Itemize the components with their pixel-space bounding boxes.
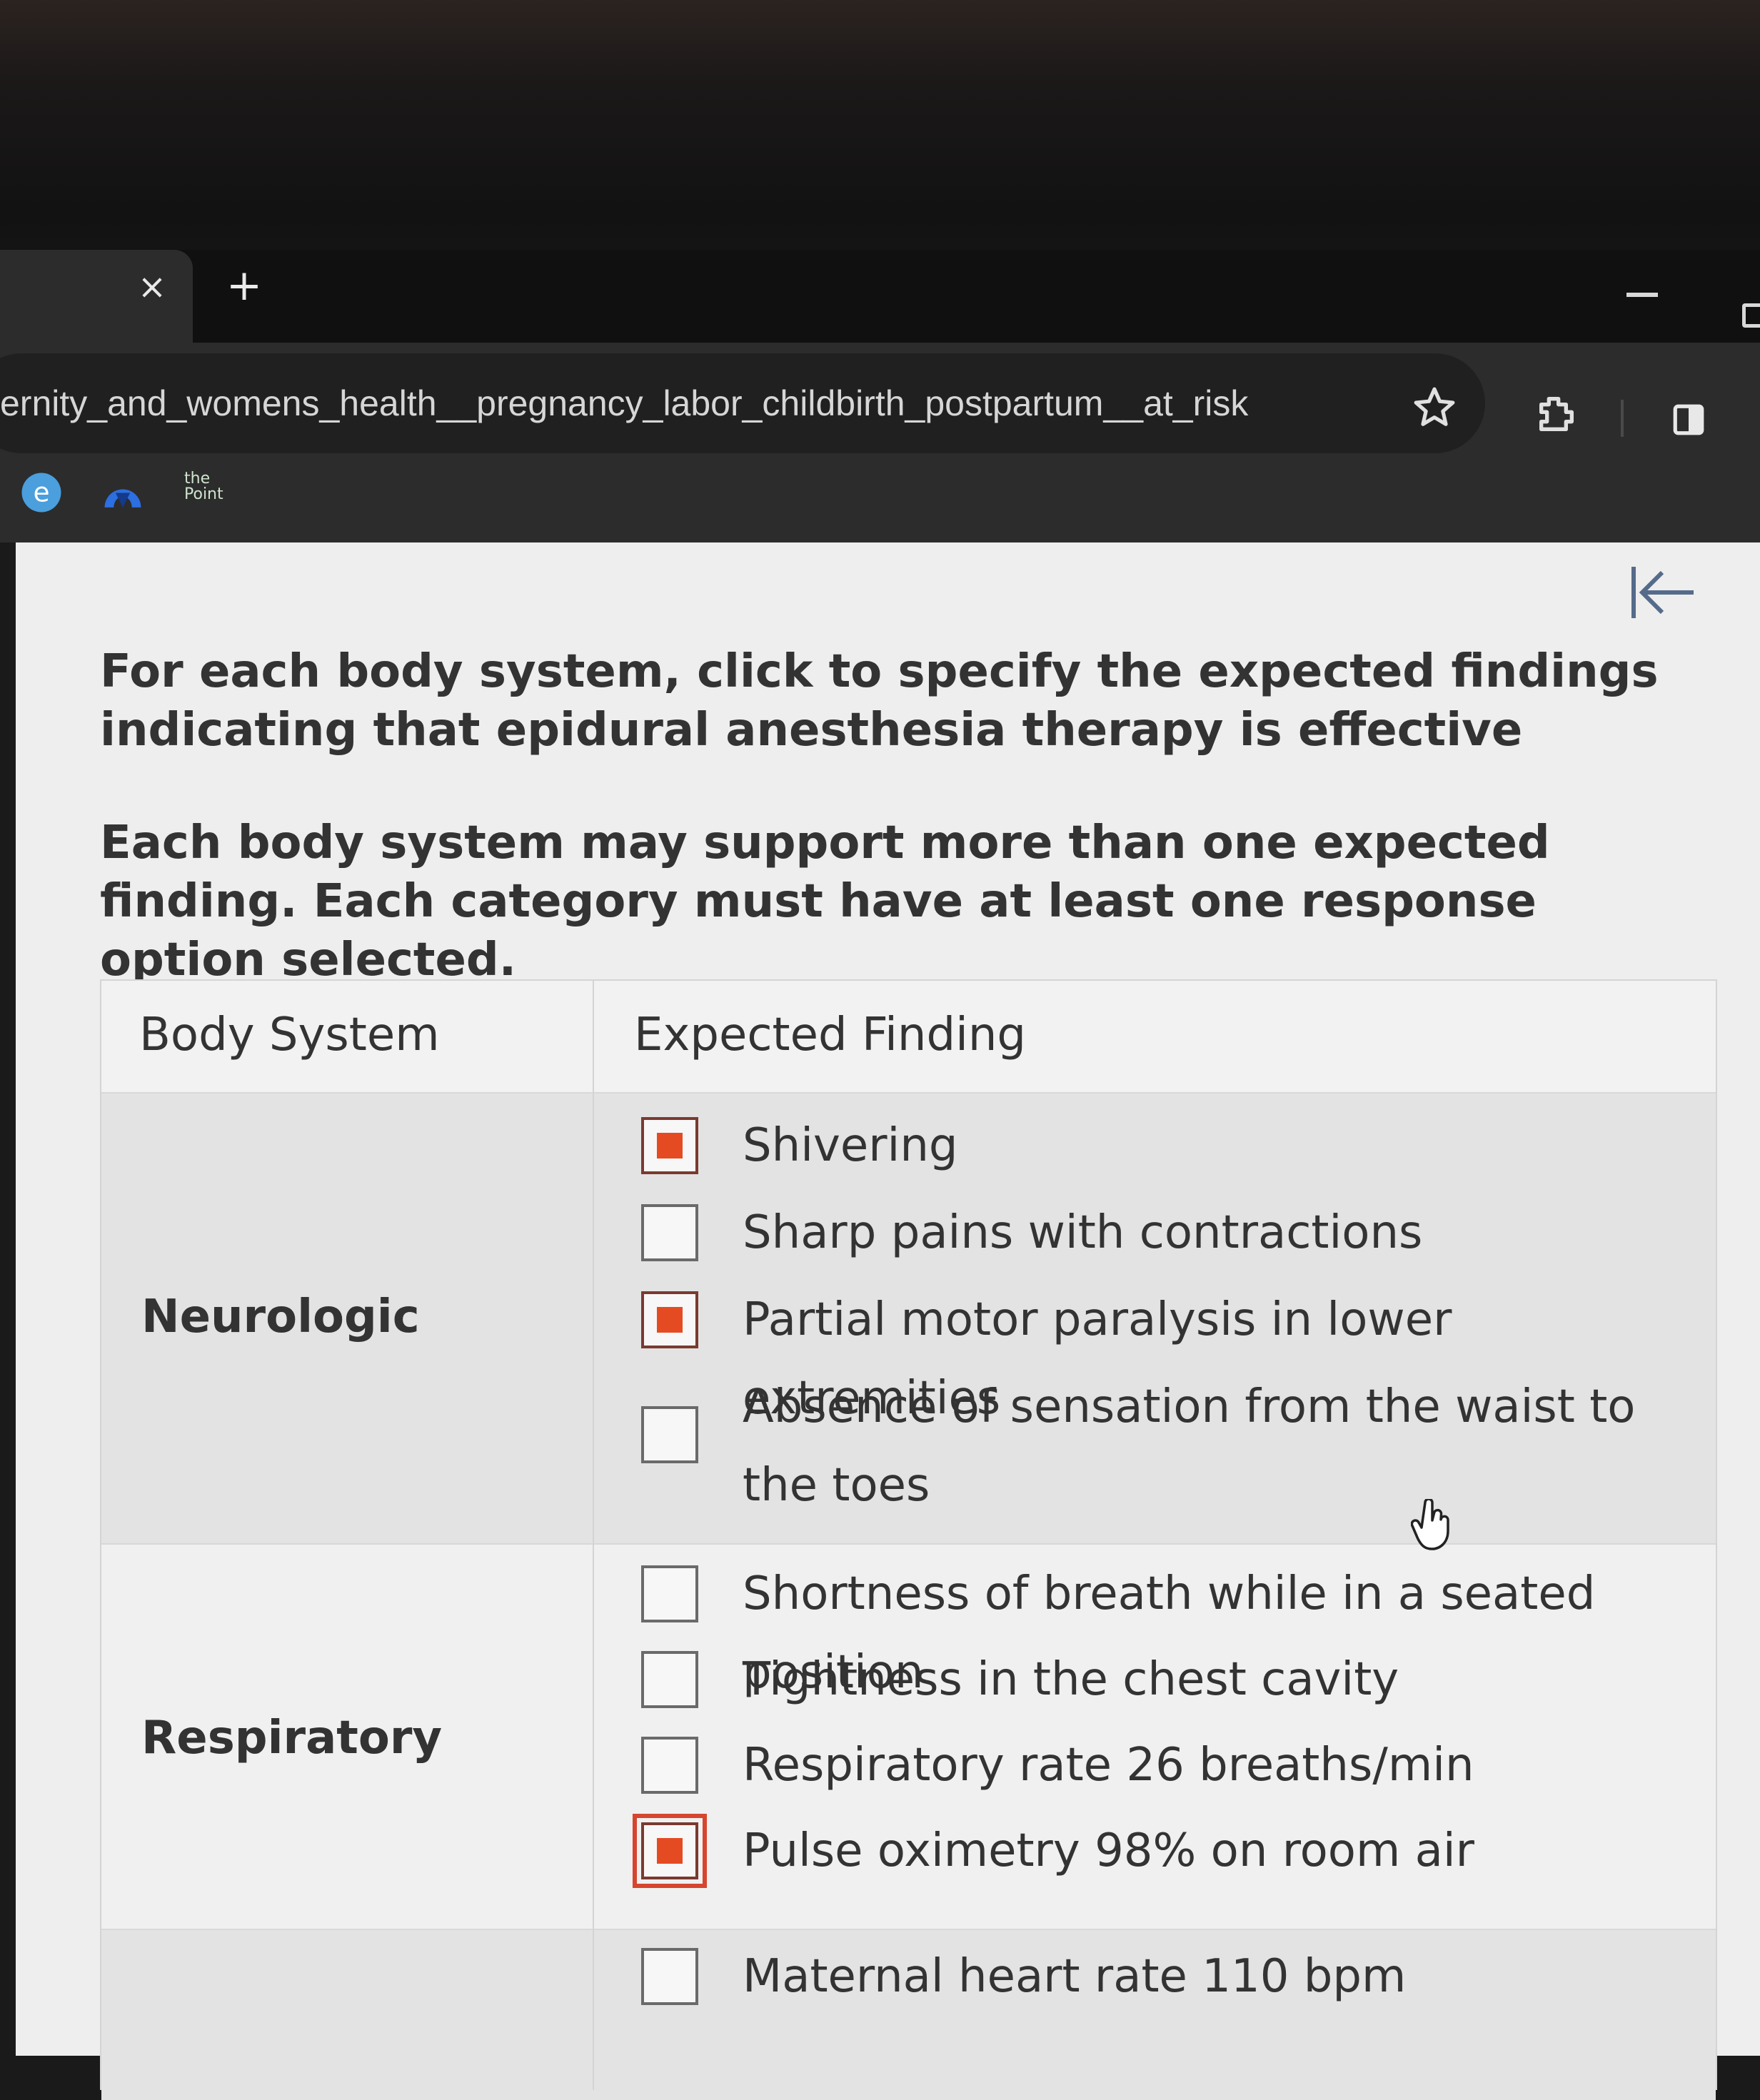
extensions-icon[interactable] [1534, 391, 1579, 437]
option-label: Sharp pains with contractions [743, 1206, 1423, 1259]
tab-close-icon[interactable]: × [134, 266, 170, 308]
thepoint-bookmark-icon[interactable]: the Point [184, 471, 227, 514]
option-label: Maternal heart rate 110 bpm [743, 1950, 1407, 2003]
bookmarks-bar [0, 457, 1760, 542]
option-maternal-heart-rate[interactable]: Maternal heart rate 110 bpm [635, 1937, 1692, 2016]
option-pulse-oximetry[interactable]: Pulse oximetry 98% on room air [633, 1812, 1692, 1890]
checkbox[interactable] [641, 1291, 698, 1348]
option-partial-motor-paralysis[interactable]: Partial motor paralysis in lower extremi… [635, 1281, 1692, 1425]
edge-bookmark-icon[interactable]: e [20, 471, 63, 514]
header-expected-finding: Expected Finding [634, 1009, 1027, 1061]
window-top-area [0, 0, 1760, 286]
option-label: Shivering [743, 1119, 958, 1172]
checkbox[interactable] [641, 1406, 698, 1463]
option-label: Respiratory rate 26 breaths/min [743, 1739, 1474, 1792]
toolbar-divider [1621, 400, 1624, 437]
option-sharp-pains[interactable]: Sharp pains with contractions [635, 1193, 1692, 1272]
blue-app-bookmark-icon[interactable] [100, 471, 146, 511]
option-label: Absence of sensation from the waist to t… [743, 1380, 1636, 1512]
system-respiratory: Respiratory [141, 1712, 443, 1765]
new-tab-button[interactable]: + [223, 263, 266, 308]
checkbox[interactable] [641, 1651, 698, 1708]
option-respiratory-rate[interactable]: Respiratory rate 26 breaths/min [635, 1726, 1692, 1804]
address-bar-url[interactable]: ernity_and_womens_health__pregnancy_labo… [0, 378, 1257, 428]
minimize-icon[interactable] [1626, 293, 1658, 297]
side-panel-icon[interactable] [1671, 401, 1706, 438]
option-absence-of-sensation[interactable]: Absence of sensation from the waist to t… [635, 1368, 1692, 1525]
option-label: Pulse oximetry 98% on room air [743, 1824, 1474, 1877]
checkbox[interactable] [641, 1117, 698, 1174]
checkbox[interactable] [641, 1737, 698, 1794]
checkbox[interactable] [633, 1814, 707, 1888]
question-note: Each body system may support more than o… [100, 817, 1550, 986]
thepoint-line1: the [184, 470, 211, 488]
checkbox[interactable] [641, 1565, 698, 1622]
column-divider [593, 979, 594, 2090]
collapse-panel-icon[interactable] [1628, 564, 1699, 621]
option-shortness-of-breath[interactable]: Shortness of breath while in a seated po… [635, 1555, 1692, 1699]
checkbox[interactable] [641, 1948, 698, 2005]
edge-bookmark-letter: e [33, 477, 49, 508]
bookmark-star-icon[interactable] [1412, 385, 1457, 430]
header-body-system: Body System [139, 1009, 440, 1061]
thepoint-line2: Point [184, 485, 223, 503]
hand-cursor-icon [1411, 1499, 1449, 1550]
option-shivering[interactable]: Shivering [635, 1106, 1692, 1185]
maximize-icon[interactable] [1742, 303, 1760, 328]
system-neurologic: Neurologic [141, 1291, 420, 1343]
option-label: Tightness in the chest cavity [743, 1653, 1399, 1706]
checkbox[interactable] [641, 1204, 698, 1261]
option-chest-tightness[interactable]: Tightness in the chest cavity [635, 1640, 1692, 1719]
question-instruction: For each body system, click to specify t… [100, 645, 1659, 757]
